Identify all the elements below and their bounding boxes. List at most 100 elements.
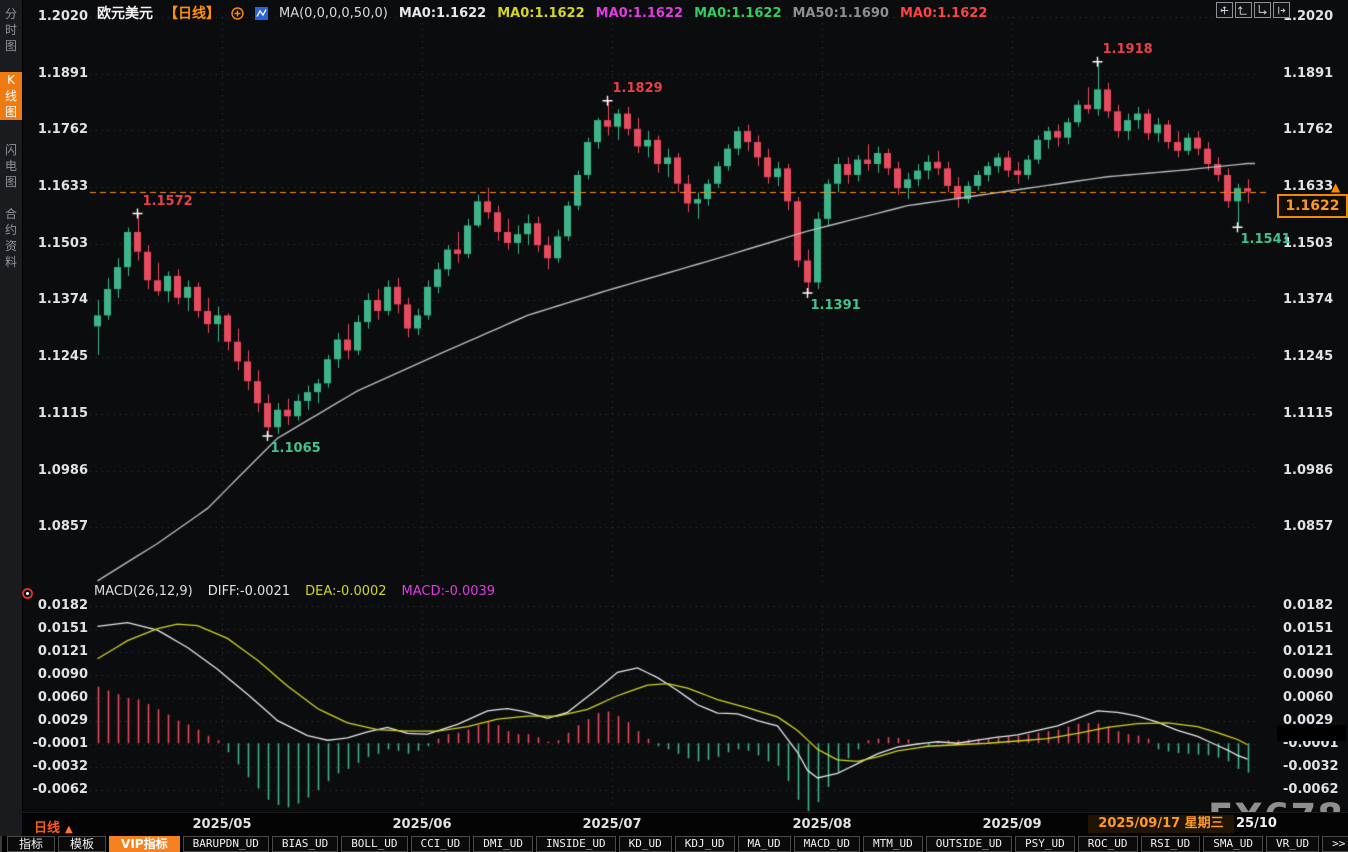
tab-inside_ud[interactable]: INSIDE_UD [536,836,616,852]
ma-value: MA0:1.1622 [497,6,584,21]
macd-axis-label-left: -0.0062 [26,782,88,797]
macd-axis-label-left: -0.0032 [26,759,88,774]
tab-bias_ud[interactable]: BIAS_UD [272,836,338,852]
pan-crosshair-icon[interactable] [1216,2,1233,18]
macd-axis-label-left: 0.0182 [26,598,88,613]
price-axis-label-left: 1.0986 [26,463,88,478]
tab-psy_ud[interactable]: PSY_UD [1015,836,1075,852]
tab-mtm_ud[interactable]: MTM_UD [863,836,923,852]
price-axis-label-left: 1.2020 [26,9,88,24]
macd-axis-label-left: 0.0090 [26,667,88,682]
symbol-name: 欧元美元 [97,3,153,23]
month-axis-label: 2025/09 [972,817,1052,832]
month-axis-label: 2025/05 [182,817,262,832]
tab-barupdn_ud[interactable]: BARUPDN_UD [183,836,269,852]
macd-value-box [1277,725,1346,741]
tab-ma_ud[interactable]: MA_UD [738,836,791,852]
macd-axis-label-left: 0.0151 [26,621,88,636]
chart-header: 欧元美元 【日线】 MA(0,0,0,0,50,0) MA0:1.1622MA0… [97,3,987,23]
month-axis-label: 2025/07 [572,817,652,832]
macd-diff-value: DIFF:-0.0021 [208,584,290,599]
macd-title: MACD(26,12,9) [94,584,193,599]
ma-values: MA0:1.1622 MA0:1.1622 MA0:1.1622 MA0:1.1622… [399,6,988,21]
tab-vip指标[interactable]: VIP指标 [109,836,180,852]
sidebar-item-4[interactable]: 合约资料 [0,206,22,270]
price-axis-label-left: 1.1245 [26,349,88,364]
price-annotation: 1.1918 [1103,42,1153,57]
record-icon[interactable] [21,585,34,604]
indicator-tab-bar: 指标模板VIP指标BARUPDN_UDBIAS_UDBOLL_UDCCI_UDD… [0,836,1348,852]
macd-axis-label-left: 0.0121 [26,644,88,659]
sidebar-item-3[interactable]: 闪电图 [0,142,22,190]
price-annotation: 1.1572 [143,194,193,209]
tab-roc_ud[interactable]: ROC_UD [1078,836,1138,852]
tab-sma_ud[interactable]: SMA_UD [1203,836,1263,852]
sidebar-item-2[interactable]: K线图 [0,72,22,120]
tab-outside_ud[interactable]: OUTSIDE_UD [926,836,1012,852]
ma-value: MA0:1.1622 [596,6,683,21]
price-axis-label-right: 1.1762 [1283,122,1345,137]
more-tabs-button[interactable]: >> [1322,836,1348,852]
price-axis-label-left: 1.1503 [26,236,88,251]
chart-toolbar [1216,2,1290,18]
price-axis-label-right: 1.1891 [1283,66,1345,81]
period-selector-label: 日线 [34,821,60,836]
price-annotation: 1.1391 [811,298,861,313]
macd-macd-value: MACD:-0.0039 [402,584,496,599]
price-axis-label-right: 1.1503 [1283,236,1345,251]
price-axis-label-left: 1.1762 [26,122,88,137]
price-axis-label-right: 1.2020 [1283,9,1345,24]
tab-cci_ud[interactable]: CCI_UD [411,836,471,852]
shift-chart-right-icon[interactable] [1273,2,1290,18]
indicator-chart-icon[interactable] [255,7,268,20]
month-axis-label: 2025/06 [382,817,462,832]
crosshair-date-label: 2025/09/17 星期三 [1088,815,1234,833]
price-axis-label-right: 1.0857 [1283,519,1345,534]
macd-axis-label-right: 0.0121 [1283,644,1345,659]
macd-axis-label-left: -0.0001 [26,736,88,751]
macd-axis-label-right: -0.0032 [1283,759,1345,774]
price-annotation: 1.1829 [613,81,663,96]
price-chart-canvas[interactable] [0,0,1348,852]
period-arrow-icon: ▲ [65,824,73,835]
macd-axis-label-left: 0.0029 [26,713,88,728]
period-label: 【日线】 [164,3,220,23]
tab-指标[interactable]: 指标 [7,836,55,852]
price-axis-label-right: 1.1115 [1283,406,1345,421]
fit-horizontal-axis-icon[interactable] [1254,2,1271,18]
macd-axis-label-right: 0.0151 [1283,621,1345,636]
price-axis-label-left: 1.1115 [26,406,88,421]
current-price-value: 1.1622 [1285,198,1339,214]
macd-axis-label-right: 0.0090 [1283,667,1345,682]
price-axis-label-right: 1.1374 [1283,292,1345,307]
price-axis-label-left: 1.0857 [26,519,88,534]
tab-kdj_ud[interactable]: KDJ_UD [675,836,735,852]
ma-value: MA0:1.1622 [900,6,987,21]
tab-rsi_ud[interactable]: RSI_UD [1141,836,1201,852]
ma-value: MA0:1.1622 [399,6,486,21]
macd-axis-label-right: 0.0182 [1283,598,1345,613]
tab-vr_ud[interactable]: VR_UD [1266,836,1319,852]
ma-settings: MA(0,0,0,0,50,0) [279,6,388,21]
add-indicator-icon[interactable] [231,7,244,20]
tab-boll_ud[interactable]: BOLL_UD [341,836,407,852]
price-axis-label-left: 1.1374 [26,292,88,307]
period-selector[interactable]: 日线 ▲ [34,817,73,836]
tab-dmi_ud[interactable]: DMI_UD [473,836,533,852]
tab-kd_ud[interactable]: KD_UD [619,836,672,852]
ma-value: MA50:1.1690 [793,6,889,21]
macd-header: MACD(26,12,9) DIFF:-0.0021 DEA:-0.0002 M… [94,584,495,599]
ma-value: MA0:1.1622 [694,6,781,21]
tab-模板[interactable]: 模板 [58,836,106,852]
axis-end-date: 25/10 [1236,816,1277,831]
month-axis-label: 2025/08 [782,817,862,832]
price-annotation: 1.1065 [271,441,321,456]
sidebar-item-1[interactable]: 分时图 [0,6,22,54]
date-axis: 日线 ▲ 2025/09/17 星期三 25/10 2025/05 2025/06 2… [22,812,1348,837]
macd-axis-label-right: -0.0062 [1283,782,1345,797]
price-axis-label-right: 1.1245 [1283,349,1345,364]
fit-vertical-axis-icon[interactable] [1235,2,1252,18]
price-axis-label-left: 1.1891 [26,66,88,81]
current-price-box: 1.1622 [1277,194,1348,218]
tab-macd_ud[interactable]: MACD_UD [794,836,860,852]
